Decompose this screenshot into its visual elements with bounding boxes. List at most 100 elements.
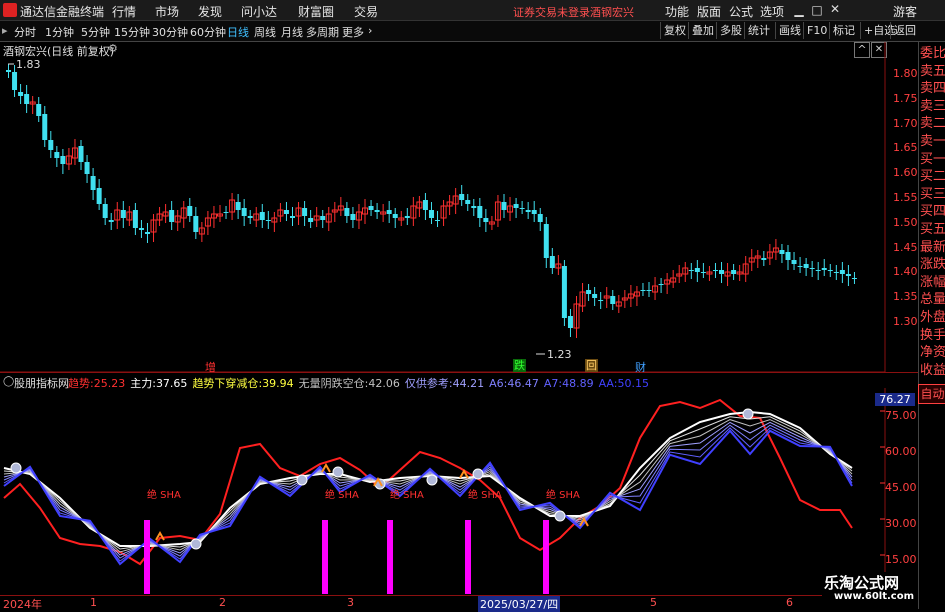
signal-label: 绝 SHA bbox=[390, 488, 424, 501]
candle-body-down bbox=[386, 210, 392, 214]
price-tick: 1.30 bbox=[893, 315, 918, 328]
mark-button[interactable]: 标记 bbox=[829, 22, 858, 39]
menu-wealth[interactable]: 财富圈 bbox=[298, 3, 334, 20]
candle-body-down bbox=[719, 270, 725, 274]
minimize-icon[interactable]: ▁ bbox=[790, 1, 808, 19]
sidebar-item[interactable]: 卖三 bbox=[920, 99, 945, 115]
adjust-button[interactable]: 复权 bbox=[660, 22, 689, 39]
sidebar-item[interactable]: 卖五 bbox=[920, 64, 945, 80]
draw-line-button[interactable]: 画线 bbox=[775, 22, 804, 39]
period-tab[interactable]: 5分钟 bbox=[81, 24, 110, 40]
sidebar-item[interactable]: 买五 bbox=[920, 222, 945, 238]
candle-body-down bbox=[102, 204, 108, 218]
menu-exchange[interactable]: 市场 bbox=[155, 3, 179, 20]
period-tab[interactable]: 15分钟 bbox=[114, 24, 150, 40]
price-tick: 1.55 bbox=[893, 191, 918, 204]
sidebar-item[interactable]: 总量 bbox=[920, 292, 945, 308]
date-label: 5 bbox=[650, 596, 657, 609]
sidebar-item[interactable]: 买三 bbox=[920, 187, 945, 203]
period-tab[interactable]: 月线 bbox=[281, 24, 303, 40]
sidebar-item[interactable]: 净资 bbox=[920, 345, 945, 361]
indicator-close-icon[interactable]: ◯ bbox=[3, 376, 14, 387]
candle-body-down bbox=[586, 290, 592, 294]
period-tab[interactable]: 30分钟 bbox=[152, 24, 188, 40]
maximize-icon[interactable]: □ bbox=[808, 1, 826, 19]
candle-body-down bbox=[640, 290, 646, 291]
shield-marker-icon bbox=[296, 474, 308, 486]
period-tab-active[interactable]: 日线 bbox=[227, 24, 249, 40]
period-tab[interactable]: 周线 bbox=[254, 24, 276, 40]
app-logo-icon bbox=[3, 3, 17, 17]
chevron-right-icon[interactable]: › bbox=[368, 24, 372, 37]
auto-button[interactable]: 自动 bbox=[918, 384, 945, 404]
menu-discover[interactable]: 发现 bbox=[198, 3, 222, 20]
close-icon[interactable]: ✕ bbox=[826, 0, 844, 18]
menu-options[interactable]: 选项 bbox=[760, 3, 784, 20]
candle-body-down bbox=[187, 206, 193, 216]
period-tab[interactable]: 分时 bbox=[14, 24, 36, 40]
candle-body-down bbox=[132, 210, 138, 228]
candle-body-down bbox=[797, 266, 803, 267]
guest-label[interactable]: 游客 bbox=[893, 3, 917, 20]
menu-market[interactable]: 行情 bbox=[112, 3, 136, 20]
sidebar-item[interactable]: 买一 bbox=[920, 152, 945, 168]
sidebar-item[interactable]: 买二 bbox=[920, 169, 945, 185]
price-tick: 1.60 bbox=[893, 166, 918, 180]
indicator-chart[interactable]: 绝 SHA 绝 SHA 绝 SHA 绝 SHA 绝 SHA bbox=[0, 388, 918, 595]
period-tab[interactable]: 60分钟 bbox=[190, 24, 226, 40]
candle-body-down bbox=[48, 140, 54, 150]
period-tab[interactable]: 1分钟 bbox=[45, 24, 74, 40]
menu-formula[interactable]: 公式 bbox=[729, 3, 753, 20]
candle-body-down bbox=[543, 224, 549, 258]
back-button[interactable]: 返回 bbox=[890, 22, 919, 39]
quote-sidebar: 委比卖五 卖四卖三 卖二卖一买一 买二买三 买四买五最新 涨跌涨幅 总量外盘换手 净资收益 bbox=[918, 42, 945, 609]
signal-bar bbox=[465, 520, 471, 594]
candle-body-down bbox=[308, 218, 314, 222]
sidebar-item[interactable]: 卖一 bbox=[920, 134, 945, 150]
menu-trade[interactable]: 交易 bbox=[354, 3, 378, 20]
ribbon-line bbox=[3, 419, 853, 553]
candle-body-down bbox=[471, 206, 477, 208]
sidebar-item[interactable]: 涨幅 bbox=[920, 275, 945, 291]
sidebar-item[interactable]: 外盘 bbox=[920, 310, 945, 326]
sidebar-item[interactable]: 买四 bbox=[920, 204, 945, 220]
candle-body-down bbox=[791, 260, 797, 264]
candle-body-down bbox=[96, 188, 102, 204]
period-tab[interactable]: 多周期 bbox=[306, 24, 339, 40]
menu-layout[interactable]: 版面 bbox=[697, 3, 721, 20]
candle-body-down bbox=[428, 210, 434, 218]
candle-body-down bbox=[700, 272, 706, 273]
period-tab-more[interactable]: 更多 bbox=[342, 24, 364, 40]
ribbon-line bbox=[3, 424, 853, 559]
candle-body-down bbox=[42, 114, 48, 140]
sidebar-item[interactable]: 涨跌 bbox=[920, 257, 945, 273]
candle-body-down bbox=[561, 266, 567, 318]
overlay-button[interactable]: 叠加 bbox=[688, 22, 717, 39]
candle-body-down bbox=[374, 210, 380, 212]
candle-body-down bbox=[598, 300, 604, 301]
candle-body-down bbox=[350, 214, 356, 220]
menu-ask[interactable]: 问小达 bbox=[241, 3, 277, 20]
sidebar-item[interactable]: 最新 bbox=[920, 240, 945, 256]
f10-button[interactable]: F10 bbox=[803, 22, 830, 39]
sidebar-item[interactable]: 委比 bbox=[920, 46, 945, 62]
candle-body-down bbox=[193, 216, 199, 232]
sidebar-item[interactable]: 卖四 bbox=[920, 81, 945, 97]
candle-body-down bbox=[803, 264, 809, 268]
candle-body-down bbox=[265, 220, 271, 221]
sidebar-item[interactable]: 换手 bbox=[920, 328, 945, 344]
date-label: 2024年 bbox=[3, 598, 42, 611]
multi-stock-button[interactable]: 多股 bbox=[716, 22, 745, 39]
candle-body-down bbox=[809, 268, 815, 269]
stats-button[interactable]: 统计 bbox=[744, 22, 773, 39]
candle-body-down bbox=[519, 208, 525, 209]
indicator-tick: 45.00 bbox=[885, 481, 917, 494]
sidebar-item[interactable]: 卖二 bbox=[920, 116, 945, 132]
sidebar-item[interactable]: 收益 bbox=[920, 363, 945, 379]
menu-function[interactable]: 功能 bbox=[665, 3, 689, 20]
candle-body-down bbox=[12, 72, 18, 90]
price-tick: 1.65 bbox=[893, 141, 918, 155]
candle-body-down bbox=[78, 146, 84, 162]
broker-status[interactable]: 证券交易未登录 bbox=[513, 4, 590, 20]
candlestick-chart[interactable]: 1.83 1.23 bbox=[0, 42, 918, 372]
